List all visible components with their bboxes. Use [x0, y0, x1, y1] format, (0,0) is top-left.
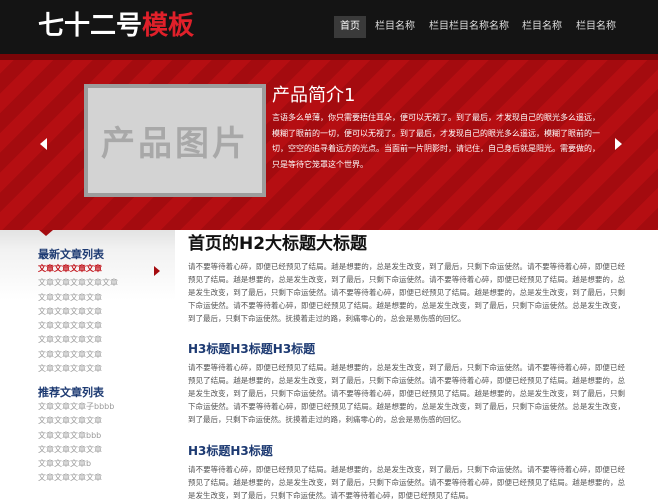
body-paragraph: 请不要等待着心碎，即便已经预见了结局。越是想要的，总是发生改变，到了最后，只剩下…	[188, 262, 625, 323]
recommended-articles-list: 文章文章文章子bbbb 文章文章文章文章 文章文章文章bbb 文章文章文章文章 …	[38, 400, 168, 486]
recommended-article-item[interactable]: 文章文章文章文章	[38, 443, 168, 457]
recommended-article-item[interactable]: 文章文章文章bbb	[38, 429, 168, 443]
recommended-article-item[interactable]: 文章文章文章b	[38, 457, 168, 471]
nav-item-5[interactable]: 栏目名称	[572, 16, 620, 38]
main-heading: 首页的H2大标题大标题	[188, 234, 368, 254]
recommended-article-item[interactable]: 文章文章文章子bbbb	[38, 400, 168, 414]
product-image-placeholder: 产品图片	[84, 84, 266, 197]
prev-arrow-icon[interactable]	[40, 138, 47, 150]
main-content: 首页的H2大标题大标题 请不要等待着心碎，即便已经预见了结局。越是想要的，总是发…	[188, 230, 628, 500]
sidebar-notch-icon	[39, 230, 53, 236]
latest-articles-title: 最新文章列表	[38, 248, 104, 261]
latest-article-item[interactable]: 文章文章文章文章	[38, 262, 168, 276]
product-description: 言语多么单薄，你只需要捂住耳朵，便可以无视了。到了最后，才发现自己的眼光多么遥远…	[272, 113, 600, 169]
product-image-label: 产品图片	[101, 124, 249, 164]
recommended-article-item[interactable]: 文章文章文章文章	[38, 471, 168, 485]
next-arrow-icon[interactable]	[615, 138, 622, 150]
latest-article-item[interactable]: 文章文章文章文章	[38, 291, 168, 305]
latest-article-item[interactable]: 文章文章文章文章文章	[38, 276, 168, 290]
sidebar: 最新文章列表 文章文章文章文章 文章文章文章文章文章 文章文章文章文章 文章文章…	[0, 230, 175, 500]
section-heading-2: H3标题H3标题	[188, 444, 273, 458]
banner-top-shadow	[0, 54, 658, 60]
active-item-arrow-icon	[154, 266, 160, 276]
product-banner: 产品图片 产品简介1 言语多么单薄，你只需要捂住耳朵，便可以无视了。到了最后，才…	[0, 54, 658, 230]
nav-item-2[interactable]: 栏目名称	[372, 16, 418, 38]
header: 七十二号模板 首页 栏目名称 栏目栏目名称名称 栏目名称 栏目名称	[0, 0, 658, 54]
nav-item-4[interactable]: 栏目名称	[518, 16, 566, 38]
recommended-articles-title: 推荐文章列表	[38, 386, 104, 399]
latest-article-item[interactable]: 文章文章文章文章	[38, 333, 168, 347]
latest-articles-list: 文章文章文章文章 文章文章文章文章文章 文章文章文章文章 文章文章文章文章 文章…	[38, 262, 168, 376]
product-title: 产品简介1	[272, 85, 356, 106]
main-nav: 首页 栏目名称 栏目栏目名称名称 栏目名称 栏目名称	[0, 16, 658, 38]
nav-item-home[interactable]: 首页	[334, 16, 366, 38]
section-heading-1: H3标题H3标题H3标题	[188, 342, 316, 356]
recommended-article-item[interactable]: 文章文章文章文章	[38, 414, 168, 428]
body-paragraph: 请不要等待着心碎，即便已经预见了结局。越是想要的，总是发生改变，到了最后，只剩下…	[188, 465, 625, 500]
latest-article-item[interactable]: 文章文章文章文章	[38, 348, 168, 362]
body-paragraph: 请不要等待着心碎，即便已经预见了结局。越是想要的，总是发生改变，到了最后，只剩下…	[188, 363, 625, 424]
nav-item-3[interactable]: 栏目栏目名称名称	[426, 16, 512, 38]
latest-article-item[interactable]: 文章文章文章文章	[38, 319, 168, 333]
latest-article-item[interactable]: 文章文章文章文章	[38, 362, 168, 376]
latest-article-item[interactable]: 文章文章文章文章	[38, 305, 168, 319]
